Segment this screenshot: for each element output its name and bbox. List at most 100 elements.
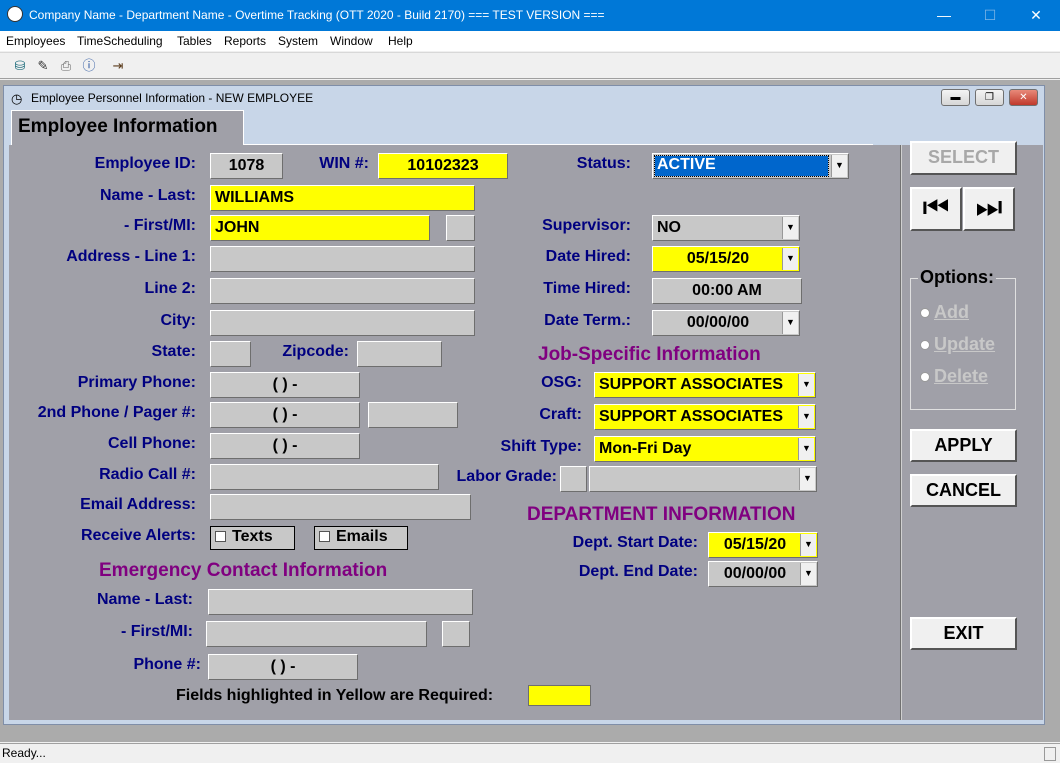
chevron-down-icon[interactable]: ▼: [798, 374, 814, 396]
date-hired-field[interactable]: 05/15/20 ▼: [652, 246, 800, 272]
email-field[interactable]: [210, 494, 471, 520]
section-job-specific: Job-Specific Information: [538, 344, 761, 365]
option-delete-radio[interactable]: Delete: [920, 366, 988, 387]
chevron-down-icon[interactable]: ▼: [782, 248, 798, 270]
craft-select[interactable]: SUPPORT ASSOCIATES ▼: [594, 404, 816, 430]
menu-reports[interactable]: Reports: [224, 34, 266, 48]
state-field[interactable]: [210, 341, 251, 367]
first-record-icon[interactable]: ⏮: [910, 187, 962, 231]
chevron-down-icon[interactable]: ▼: [799, 468, 815, 490]
status-bar: Ready...: [0, 743, 1060, 763]
shift-type-select[interactable]: Mon-Fri Day ▼: [594, 436, 816, 462]
time-hired-field[interactable]: 00:00 AM: [652, 278, 802, 304]
date-hired-value: 05/15/20: [686, 250, 750, 267]
first-name-field[interactable]: JOHN: [210, 215, 430, 241]
city-field[interactable]: [210, 310, 475, 336]
emails-checkbox[interactable]: Emails: [314, 526, 408, 550]
date-term-value: 00/00/00: [686, 314, 750, 331]
cancel-button[interactable]: CANCEL: [910, 474, 1017, 507]
dept-end-field[interactable]: 00/00/00 ▼: [708, 561, 818, 587]
cell-phone-field[interactable]: ( ) -: [210, 433, 360, 459]
chevron-down-icon[interactable]: ▼: [782, 217, 798, 239]
menu-window[interactable]: Window: [330, 34, 373, 48]
option-add-radio[interactable]: Add: [920, 302, 969, 323]
menu-timescheduling[interactable]: TimeScheduling: [77, 34, 163, 48]
supervisor-select[interactable]: NO ▼: [652, 215, 800, 241]
labor-grade-select[interactable]: ▼: [589, 466, 817, 492]
label-employee-id: Employee ID:: [94, 155, 196, 172]
child-restore-button[interactable]: ❐: [975, 89, 1004, 106]
label-ec-first-mi: - First/MI:: [121, 623, 193, 640]
label-zipcode: Zipcode:: [282, 343, 349, 360]
address-line1-field[interactable]: [210, 246, 475, 272]
help-icon[interactable]: ⓘ: [80, 57, 98, 75]
status-select[interactable]: ACTIVE ▼: [652, 153, 849, 179]
toolbar: ⛁ ✎ ⎙ ⓘ ⇥: [0, 52, 1060, 79]
divider-highlight: [901, 145, 902, 720]
edit-pen-icon[interactable]: ✎: [34, 57, 52, 75]
close-button[interactable]: ✕: [1013, 0, 1059, 31]
label-ec-name-last: Name - Last:: [96, 591, 193, 608]
select-button[interactable]: SELECT: [910, 141, 1017, 175]
texts-label: Texts: [232, 528, 273, 545]
middle-initial-field[interactable]: [446, 215, 475, 241]
osg-select[interactable]: SUPPORT ASSOCIATES ▼: [594, 372, 816, 398]
pager-field[interactable]: [368, 402, 458, 428]
label-city: City:: [160, 312, 196, 329]
last-record-icon[interactable]: ⏭: [963, 187, 1015, 231]
label-date-hired: Date Hired:: [545, 248, 631, 265]
zipcode-field[interactable]: [357, 341, 442, 367]
address-line2-field[interactable]: [210, 278, 475, 304]
checkbox-box-icon: [319, 531, 330, 542]
exit-door-icon[interactable]: ⇥: [109, 57, 127, 75]
app-clock-icon: [7, 6, 23, 22]
tab-line: [244, 144, 873, 145]
primary-phone-field[interactable]: ( ) -: [210, 372, 360, 398]
label-primary-phone: Primary Phone:: [77, 374, 196, 391]
ec-first-name-field[interactable]: [206, 621, 427, 647]
label-status: Status:: [576, 155, 631, 172]
option-delete-label: Delete: [934, 366, 989, 386]
status-selected-value: ACTIVE: [654, 155, 829, 177]
maximize-button[interactable]: ☐: [967, 0, 1013, 31]
radio-icon: [920, 308, 930, 319]
radio-call-field[interactable]: [210, 464, 439, 490]
apply-button[interactable]: APPLY: [910, 429, 1017, 462]
second-phone-field[interactable]: ( ) -: [210, 402, 360, 428]
label-cell-phone: Cell Phone:: [107, 435, 196, 452]
child-window-title: Employee Personnel Information - NEW EMP…: [31, 91, 314, 105]
ec-middle-initial-field[interactable]: [442, 621, 470, 647]
chevron-down-icon[interactable]: ▼: [800, 563, 816, 585]
name-last-field[interactable]: WILLIAMS: [210, 185, 475, 211]
ec-phone-field[interactable]: ( ) -: [208, 654, 358, 680]
texts-checkbox[interactable]: Texts: [210, 526, 295, 550]
label-name-last: Name - Last:: [99, 187, 196, 204]
chevron-down-icon[interactable]: ▼: [800, 534, 816, 556]
label-craft: Craft:: [539, 406, 582, 423]
dept-start-field[interactable]: 05/15/20 ▼: [708, 532, 818, 558]
menu-employees[interactable]: Employees: [6, 34, 65, 48]
exit-button[interactable]: EXIT: [910, 617, 1017, 650]
label-dept-start: Dept. Start Date:: [572, 534, 698, 551]
chevron-down-icon[interactable]: ▼: [782, 312, 798, 334]
menu-tables[interactable]: Tables: [177, 34, 212, 48]
ec-name-last-field[interactable]: [208, 589, 473, 615]
menu-help[interactable]: Help: [388, 34, 413, 48]
minimize-button[interactable]: —: [921, 0, 967, 31]
menu-system[interactable]: System: [278, 34, 318, 48]
option-update-radio[interactable]: Update: [920, 334, 995, 355]
labor-grade-code-field[interactable]: [560, 466, 587, 492]
win-field[interactable]: 10102323: [378, 153, 508, 179]
tab-employee-information[interactable]: Employee Information: [11, 110, 244, 145]
print-icon[interactable]: ⎙: [57, 57, 75, 75]
osg-value: SUPPORT ASSOCIATES: [599, 376, 784, 393]
child-close-button[interactable]: ✕: [1009, 89, 1038, 106]
chevron-down-icon[interactable]: ▼: [798, 406, 814, 428]
resize-grip-icon[interactable]: [1044, 747, 1056, 761]
database-icon[interactable]: ⛁: [11, 57, 29, 75]
date-term-field[interactable]: 00/00/00 ▼: [652, 310, 800, 336]
child-minimize-button[interactable]: ▬: [941, 89, 970, 106]
chevron-down-icon[interactable]: ▼: [831, 155, 847, 177]
chevron-down-icon[interactable]: ▼: [798, 438, 814, 460]
dept-end-value: 00/00/00: [723, 565, 787, 582]
